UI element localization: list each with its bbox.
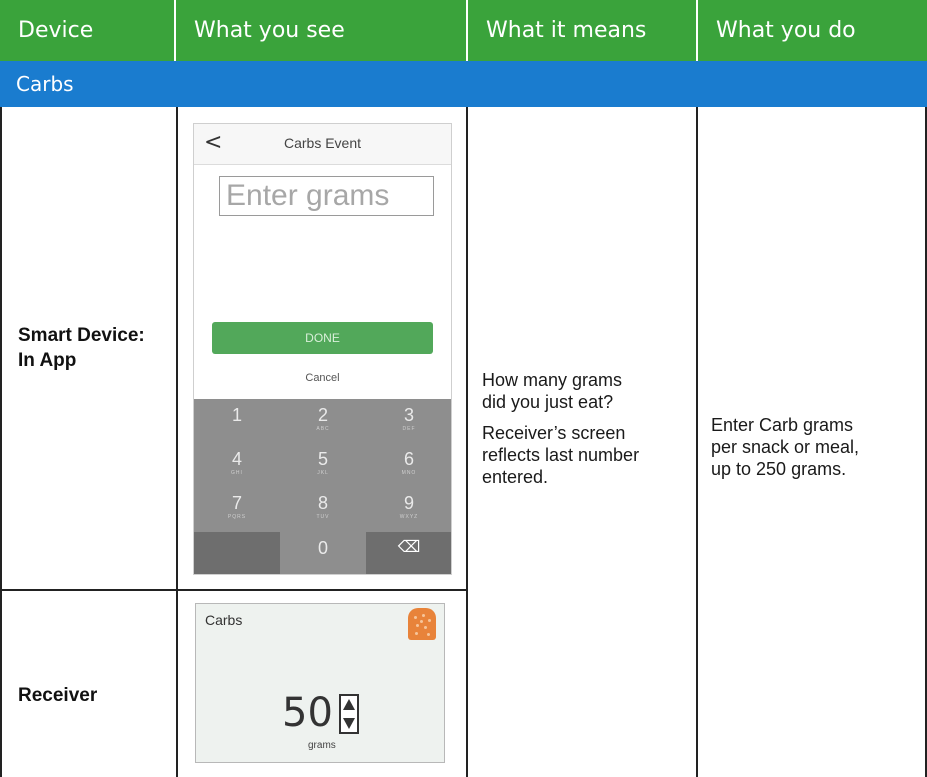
key-letters: PQRS [227, 514, 247, 520]
means-line: did you just eat? [482, 392, 614, 412]
key-digit: 5 [317, 449, 328, 469]
header-divider [174, 0, 176, 61]
means-line: reflects last number [482, 445, 640, 465]
up-arrow-icon[interactable] [343, 699, 355, 710]
value-stepper[interactable] [339, 694, 359, 734]
header-what-you-do-label: What you do [716, 18, 856, 43]
key-letters: TUV [316, 514, 330, 520]
key-8[interactable]: 8 TUV [280, 487, 366, 531]
key-7[interactable]: 7 PQRS [194, 487, 280, 531]
header-device-label: Device [18, 18, 94, 43]
header-what-you-see: What you see [176, 0, 466, 61]
done-button[interactable]: DONE [212, 322, 433, 354]
header-what-it-means-label: What it means [486, 18, 647, 43]
phone-screenshot: < Carbs Event Enter grams DONE Cancel 1 … [193, 123, 452, 575]
key-digit: 2 [317, 405, 328, 425]
receiver-title: Carbs [205, 612, 243, 628]
smart-device-label-line: Smart Device: [18, 325, 145, 346]
key-letters: JKL [317, 470, 329, 476]
means-line: Receiver’s screen [482, 423, 626, 443]
key-2[interactable]: 2 ABC [280, 399, 366, 443]
row-divider [0, 589, 466, 591]
key-5[interactable]: 5 JKL [280, 443, 366, 487]
key-digit: 0 [317, 538, 328, 558]
table-border [466, 107, 468, 777]
means-line: How many grams [482, 370, 623, 390]
receiver-screenshot: Carbs 50 grams [195, 603, 445, 763]
cancel-button[interactable]: Cancel [194, 372, 451, 384]
numeric-keypad: 1 2 ABC 3 DEF 4 GHI 5 JKL 6 MNO 7 PQRS 8 TUV 9W… [194, 399, 451, 574]
key-9[interactable]: 9 WXYZ [366, 487, 451, 531]
carbs-table: Device What you see What it means What y… [0, 0, 927, 777]
key-digit: 3 [403, 405, 414, 425]
section-bar: Carbs [0, 61, 927, 107]
phone-title: Carbs Event [283, 135, 362, 151]
key-digit: 6 [403, 449, 414, 469]
key-letters: GHI [231, 470, 243, 476]
header-device: Device [0, 0, 174, 61]
key-0[interactable]: 0 [280, 532, 366, 574]
header-what-it-means: What it means [468, 0, 696, 61]
means-text: How many grams did you just eat? Receive… [482, 369, 639, 488]
key-digit: 7 [231, 493, 242, 513]
key-letters: ABC [316, 426, 330, 432]
means-line: entered. [482, 467, 549, 487]
smart-device-label-line: In App [18, 350, 77, 371]
key-letters: DEF [402, 426, 416, 432]
receiver-label: Receiver [18, 685, 98, 706]
header-divider [466, 0, 468, 61]
carbs-value: 50 [282, 690, 333, 736]
key-blank [194, 532, 280, 574]
phone-nav-bar: < Carbs Event [194, 124, 451, 165]
section-title: Carbs [16, 72, 74, 96]
down-arrow-icon[interactable] [343, 718, 355, 729]
do-line: Enter Carb grams [711, 415, 854, 435]
table-border [0, 107, 2, 777]
key-3[interactable]: 3 DEF [366, 399, 451, 443]
key-6[interactable]: 6 MNO [366, 443, 451, 487]
table-border [176, 107, 178, 777]
key-digit: 8 [317, 493, 328, 513]
header-what-you-do: What you do [698, 0, 927, 61]
key-letters: WXYZ [399, 514, 419, 520]
do-text: Enter Carb grams per snack or meal, up t… [711, 414, 859, 480]
key-digit: 9 [403, 493, 414, 513]
smart-device-label: Smart Device: In App [18, 323, 145, 373]
header-what-you-see-label: What you see [194, 18, 345, 43]
table-border [696, 107, 698, 777]
key-digit [194, 532, 280, 538]
do-line: up to 250 grams. [711, 459, 847, 479]
key-4[interactable]: 4 GHI [194, 443, 280, 487]
carbs-bread-icon [408, 608, 436, 640]
backspace-icon: ⌫ [397, 539, 421, 556]
key-digit: 4 [231, 449, 242, 469]
key-digit: 1 [231, 405, 242, 425]
carbs-unit: grams [308, 740, 336, 751]
do-line: per snack or meal, [711, 437, 860, 457]
grams-input[interactable]: Enter grams [219, 176, 434, 216]
header-divider [696, 0, 698, 61]
backspace-key[interactable]: ⌫ [366, 532, 451, 574]
key-1[interactable]: 1 [194, 399, 280, 443]
key-letters: MNO [401, 470, 417, 476]
